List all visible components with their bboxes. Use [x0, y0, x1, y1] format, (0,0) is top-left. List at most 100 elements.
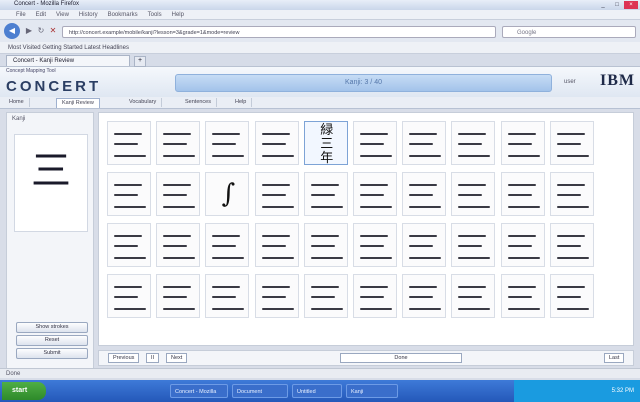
- kanji-cell[interactable]: [402, 172, 447, 216]
- stroke-mark: [212, 133, 241, 135]
- start-button[interactable]: start: [2, 382, 46, 400]
- reset-button[interactable]: Reset: [16, 335, 88, 346]
- stroke-mark: [261, 296, 286, 298]
- stroke-mark: [458, 296, 483, 298]
- kanji-cell[interactable]: [402, 121, 447, 165]
- kanji-cell[interactable]: [549, 172, 594, 216]
- menu-history[interactable]: History: [79, 10, 98, 19]
- stroke-mark: [114, 206, 146, 208]
- kanji-cell[interactable]: 緑三年: [303, 121, 348, 166]
- status-bar: Done: [0, 368, 640, 378]
- stroke-mark: [507, 308, 540, 310]
- stroke-mark: [458, 133, 487, 135]
- kanji-cell[interactable]: [303, 223, 348, 267]
- kanji-cell[interactable]: [353, 172, 397, 216]
- stop-icon[interactable]: ✕: [46, 24, 60, 38]
- kanji-cell[interactable]: [107, 274, 151, 318]
- kanji-cell[interactable]: [549, 274, 594, 318]
- browser-tab[interactable]: Concert - Kanji Review: [6, 55, 130, 66]
- close-button[interactable]: ×: [624, 1, 638, 9]
- kanji-cell[interactable]: [205, 223, 250, 267]
- stroke-mark: [114, 194, 138, 196]
- user-name[interactable]: user: [564, 79, 576, 85]
- subtab-sentences[interactable]: Sentences: [180, 98, 217, 107]
- kanji-cell[interactable]: [303, 172, 348, 216]
- kanji-cell[interactable]: [156, 172, 201, 216]
- stroke-mark: [556, 206, 589, 208]
- subtab-kanji-review[interactable]: Kanji Review: [56, 98, 100, 108]
- kanji-cell[interactable]: [107, 172, 151, 216]
- next-button[interactable]: Next: [166, 353, 188, 363]
- maximize-button[interactable]: □: [610, 1, 624, 9]
- kanji-cell[interactable]: [303, 274, 348, 318]
- kanji-cell[interactable]: [353, 121, 397, 165]
- last-button[interactable]: Last: [604, 353, 625, 363]
- kanji-cell[interactable]: ∫: [205, 172, 250, 216]
- stroke-mark: [310, 194, 335, 196]
- kanji-cell[interactable]: [156, 121, 201, 165]
- kanji-cell[interactable]: [500, 223, 545, 267]
- kanji-cell[interactable]: [107, 121, 151, 165]
- stroke-mark: [409, 257, 442, 259]
- kanji-char: 三: [320, 137, 334, 152]
- menu-edit[interactable]: Edit: [36, 10, 46, 19]
- subtab-vocabulary[interactable]: Vocabulary: [124, 98, 163, 107]
- search-input[interactable]: Google: [502, 26, 636, 38]
- kanji-cell[interactable]: [205, 121, 250, 165]
- kanji-cell[interactable]: [353, 274, 397, 318]
- back-icon[interactable]: ◀: [4, 23, 20, 39]
- kanji-cell[interactable]: [205, 274, 250, 318]
- menu-help[interactable]: Help: [172, 10, 184, 19]
- kanji-cell[interactable]: [500, 274, 545, 318]
- kanji-cell[interactable]: [156, 274, 201, 318]
- stroke-mark: [409, 133, 438, 135]
- menu-file[interactable]: File: [16, 10, 26, 19]
- minimize-button[interactable]: _: [596, 1, 610, 9]
- kanji-cell[interactable]: [156, 223, 201, 267]
- menu-view[interactable]: View: [56, 10, 69, 19]
- kanji-cell[interactable]: [402, 223, 447, 267]
- kanji-cell[interactable]: [451, 274, 496, 318]
- subtab-help[interactable]: Help: [230, 98, 253, 107]
- show-strokes-button[interactable]: Show strokes: [16, 322, 88, 333]
- kanji-cell[interactable]: [254, 121, 299, 165]
- stroke-mark: [261, 143, 286, 145]
- stroke-mark: [556, 143, 581, 145]
- stroke-mark: [360, 235, 388, 237]
- kanji-cell[interactable]: [549, 223, 594, 267]
- kanji-cell[interactable]: [254, 223, 299, 267]
- stroke-mark: [360, 206, 392, 208]
- task-kanji[interactable]: Kanji: [346, 384, 398, 398]
- kanji-cell[interactable]: [500, 121, 545, 165]
- kanji-cell[interactable]: [402, 274, 447, 318]
- kanji-cell[interactable]: [107, 223, 151, 267]
- kanji-cell[interactable]: [451, 121, 496, 165]
- stroke-mark: [409, 184, 438, 186]
- kanji-cell[interactable]: [254, 274, 299, 318]
- new-tab-icon[interactable]: +: [134, 56, 146, 67]
- stroke-mark: [212, 257, 245, 259]
- submit-button[interactable]: Submit: [16, 348, 88, 359]
- kanji-cell[interactable]: [353, 223, 397, 267]
- stroke-mark: [261, 308, 294, 310]
- kanji-cell[interactable]: [254, 172, 299, 216]
- kanji-cell[interactable]: [451, 223, 496, 267]
- task-untitled[interactable]: Untitled: [292, 384, 342, 398]
- menu-tools[interactable]: Tools: [148, 10, 162, 19]
- done-button[interactable]: Done: [340, 353, 462, 363]
- menu-bookmarks[interactable]: Bookmarks: [108, 10, 138, 19]
- stroke-mark: [409, 245, 434, 247]
- kanji-cell[interactable]: [451, 172, 496, 216]
- address-bar[interactable]: http://concert.example/mobile/kanji?less…: [62, 26, 496, 38]
- kanji-cell[interactable]: [500, 172, 545, 216]
- task-firefox[interactable]: Concert - Mozilla: [170, 384, 228, 398]
- task-document[interactable]: Document: [232, 384, 288, 398]
- stroke-mark: [163, 206, 196, 208]
- stroke-mark: [458, 206, 491, 208]
- page-number[interactable]: II: [146, 353, 160, 363]
- bookmarks-bar[interactable]: Most Visited Getting Started Latest Head…: [0, 42, 640, 54]
- kanji-cell[interactable]: [549, 121, 594, 165]
- stroke-mark: [114, 155, 146, 157]
- subtab-home[interactable]: Home: [4, 98, 30, 107]
- previous-button[interactable]: Previous: [108, 353, 140, 363]
